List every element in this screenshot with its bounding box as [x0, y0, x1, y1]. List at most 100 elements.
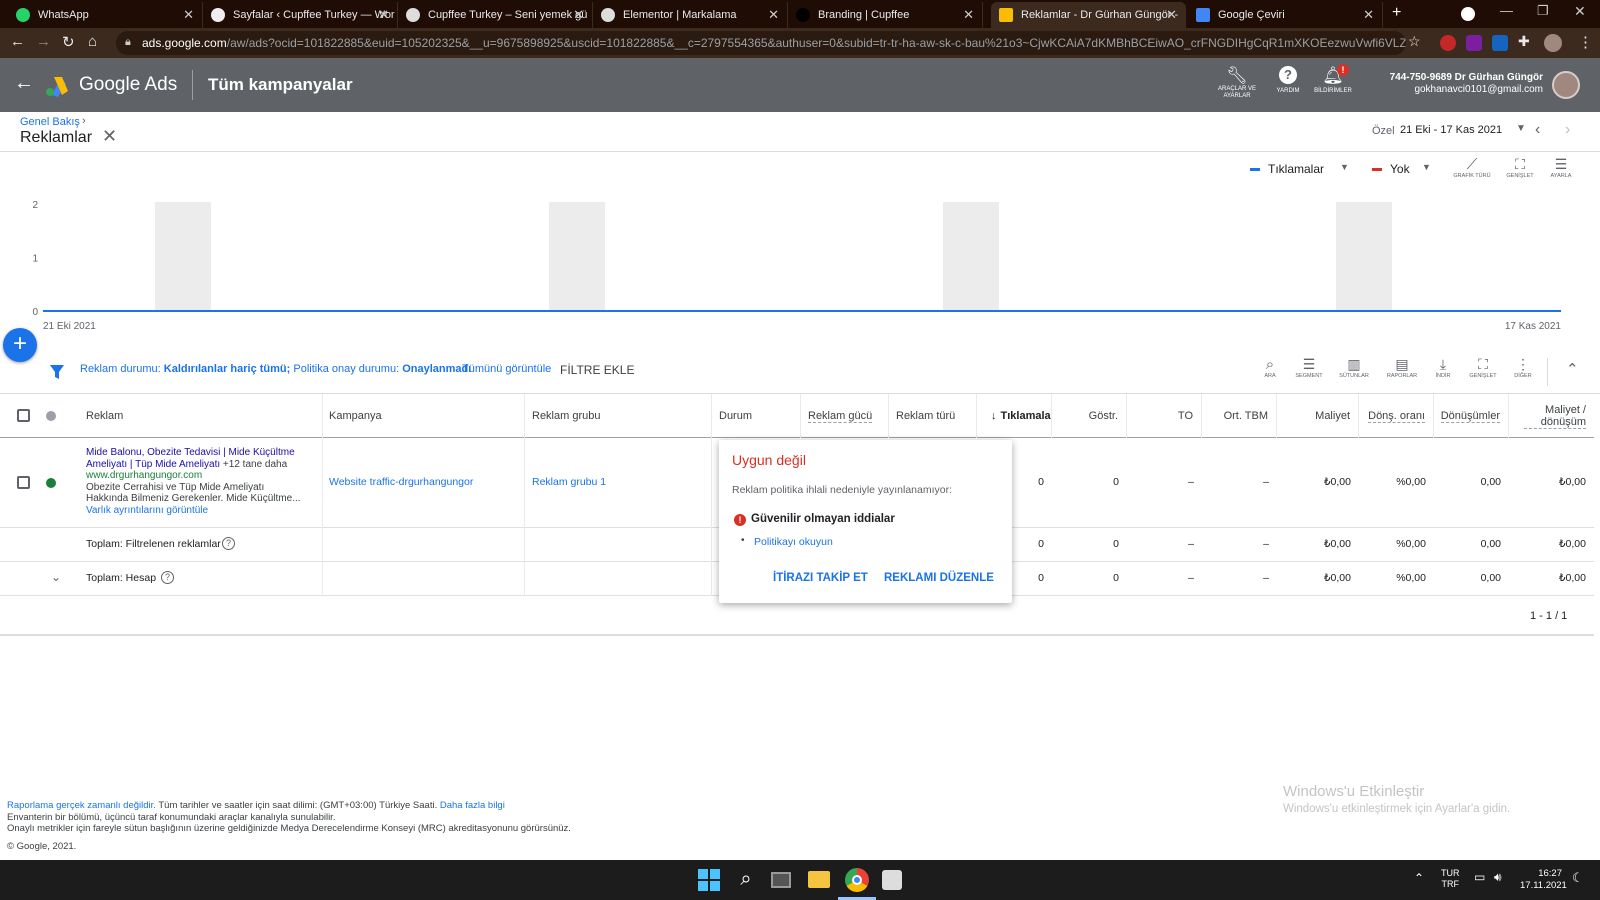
close-icon[interactable]: ✕ [768, 7, 779, 23]
avatar[interactable] [1544, 34, 1562, 52]
tray-chevron-icon[interactable]: ⌃ [1414, 871, 1424, 885]
volume-icon[interactable]: 🔊︎ [1494, 870, 1502, 885]
segment-tool-button[interactable]: ☰ SEGMENT [1290, 356, 1328, 379]
tab-elementor[interactable]: Elementor | Markalama ✕ [593, 2, 788, 28]
active-filter[interactable]: Reklam durumu: Kaldırılanlar hariç tümü;… [80, 363, 471, 375]
translate-icon [1196, 8, 1210, 22]
close-icon[interactable]: ✕ [963, 7, 974, 23]
account-info[interactable]: 744-750-9689 Dr Gürhan Güngör gokhanavci… [1370, 72, 1543, 96]
expand-chevron-icon[interactable]: ⌄ [51, 570, 61, 584]
tab-whatsapp[interactable]: WhatsApp ✕ [8, 2, 203, 28]
extension-icon[interactable] [1440, 35, 1456, 51]
minimize-icon[interactable]: — [1500, 3, 1513, 18]
home-icon[interactable]: ⌂ [88, 33, 97, 50]
collapse-chevron-icon[interactable]: ⌃ [1566, 360, 1579, 378]
windows-start-icon[interactable] [697, 868, 721, 892]
header-cpc[interactable]: Ort. TBM [1202, 394, 1277, 438]
header-ad[interactable]: Reklam [78, 394, 323, 438]
tab-sayfalar[interactable]: Sayfalar ‹ Cupffee Turkey — Wor ✕ [203, 2, 398, 28]
close-icon[interactable]: ✕ [1363, 7, 1374, 23]
back-arrow-icon[interactable]: ← [10, 33, 25, 50]
file-explorer-icon[interactable] [808, 871, 830, 888]
close-icon[interactable]: ✕ [378, 7, 389, 23]
header-adgroup[interactable]: Reklam grubu [525, 394, 712, 438]
window-close-icon[interactable]: ✕ [1574, 3, 1586, 20]
menu-dots-icon[interactable]: ⋮ [1578, 33, 1593, 51]
search-icon[interactable]: ⌕ [734, 868, 758, 892]
date-range-picker[interactable]: 21 Eki - 17 Kas 2021 ▼ [1400, 120, 1530, 142]
network-icon[interactable]: ▭ [1474, 870, 1485, 884]
edit-ad-button[interactable]: REKLAMI DÜZENLE [884, 572, 994, 584]
expand-table-button[interactable]: ⛶ GENİŞLET [1464, 356, 1502, 379]
adgroup-link[interactable]: Reklam grubu 1 [532, 476, 606, 488]
whatsapp-icon [16, 8, 30, 22]
url-field[interactable]: 🔒︎ ads.google.com/aw/ads?ocid=101822885&… [116, 31, 1406, 55]
view-all-link[interactable]: Tümünü görüntüle [462, 363, 551, 375]
chrome-icon[interactable] [845, 868, 869, 892]
asset-details-link[interactable]: Varlık ayrıntılarını görüntüle [86, 505, 302, 517]
header-conv-rate[interactable]: Dönş. oranı [1359, 394, 1434, 438]
ad-headline[interactable]: Mide Balonu, Obezite Tedavisi | Mide Küç… [86, 447, 302, 470]
header-conversions[interactable]: Dönüşümler [1434, 394, 1509, 438]
tools-button[interactable]: 🔧︎ ARAÇLAR VE AYARLAR [1212, 66, 1262, 100]
more-tool-button[interactable]: ⋮ DİĞER [1508, 356, 1538, 379]
download-icon: ⤓ [1439, 356, 1447, 372]
restore-icon[interactable]: ❐ [1537, 3, 1549, 19]
filter-icon[interactable] [50, 364, 64, 380]
new-tab-button[interactable]: + [1392, 4, 1401, 22]
tab-branding[interactable]: Branding | Cupffee ✕ [788, 2, 983, 28]
add-filter-button[interactable]: FİLTRE EKLE [560, 363, 634, 377]
footer-realtime-link[interactable]: Raporlama gerçek zamanlı değildir. [7, 800, 156, 811]
chevron-right-icon[interactable]: › [1565, 121, 1570, 139]
campaign-link[interactable]: Website traffic-drgurhangungor [329, 476, 473, 488]
extension-icon[interactable] [1492, 35, 1508, 51]
copyright: © Google, 2021. [7, 840, 77, 852]
footer-more-link[interactable]: Daha fazla bilgi [440, 800, 505, 811]
columns-tool-button[interactable]: ▥ SÜTUNLAR [1334, 356, 1374, 379]
star-icon[interactable]: ☆ [1408, 33, 1421, 50]
policy-link[interactable]: Politikayı okuyun [754, 536, 833, 548]
divider [322, 438, 323, 528]
profile-menu-icon[interactable] [1461, 7, 1475, 21]
header-strength[interactable]: Reklam gücü [801, 394, 889, 438]
camera-app-icon[interactable] [882, 870, 902, 890]
help-icon[interactable]: ? [222, 537, 235, 550]
reload-icon[interactable]: ↻ [62, 33, 75, 51]
reports-tool-button[interactable]: ▤ RAPORLAR [1382, 356, 1422, 379]
header-clicks[interactable]: ↓ Tıklamalar [977, 394, 1052, 438]
header-cost[interactable]: Maliyet [1277, 394, 1359, 438]
segment-icon: ☰ [1302, 356, 1316, 372]
clock[interactable]: 16:27 17.11.2021 [1520, 868, 1567, 892]
select-all-checkbox[interactable] [17, 409, 30, 422]
tab-cupffee-turkey[interactable]: Cupffee Turkey – Seni yemek gü ✕ [398, 2, 593, 28]
notification-center-icon[interactable]: ☾ [1572, 870, 1584, 886]
close-icon[interactable]: ✕ [102, 126, 117, 147]
header-status[interactable]: Durum [712, 394, 801, 438]
header-impr[interactable]: Göstr. [1052, 394, 1127, 438]
close-icon[interactable]: ✕ [573, 7, 584, 23]
avatar[interactable] [1552, 71, 1580, 99]
notifications-button[interactable]: 🔔︎ ! BİLDİRİMLER [1310, 64, 1356, 94]
language-indicator[interactable]: TUR TRF [1441, 868, 1460, 890]
header-cost-conv[interactable]: Maliyet / dönüşüm [1509, 394, 1594, 438]
breadcrumb[interactable]: Genel Bakış [20, 116, 80, 128]
task-view-icon[interactable] [771, 872, 791, 888]
appeal-button[interactable]: İTİRAZI TAKİP ET [773, 572, 868, 584]
search-tool-button[interactable]: ⌕ ARA [1256, 356, 1284, 379]
close-icon[interactable]: ✕ [183, 7, 194, 23]
tab-reklamlar[interactable]: Reklamlar - Dr Gürhan Güngör - ✕ [991, 2, 1186, 28]
tab-google-ceviri[interactable]: Google Çeviri ✕ [1188, 2, 1383, 28]
help-button[interactable]: ? YARDIM [1270, 66, 1306, 94]
forward-arrow-icon[interactable]: → [36, 33, 51, 50]
header-ctr[interactable]: TO [1127, 394, 1202, 438]
row-checkbox[interactable] [17, 476, 30, 489]
help-icon[interactable]: ? [161, 571, 174, 584]
close-icon[interactable]: ✕ [1166, 7, 1177, 23]
header-campaign[interactable]: Kampanya [323, 394, 525, 438]
back-arrow-icon[interactable]: ← [14, 72, 34, 95]
header-type[interactable]: Reklam türü [889, 394, 977, 438]
download-tool-button[interactable]: ⤓ İNDİR [1428, 356, 1458, 379]
chevron-left-icon[interactable]: ‹ [1535, 121, 1540, 139]
extension-icon[interactable] [1466, 35, 1482, 51]
puzzle-icon[interactable]: ✚ [1518, 33, 1530, 50]
